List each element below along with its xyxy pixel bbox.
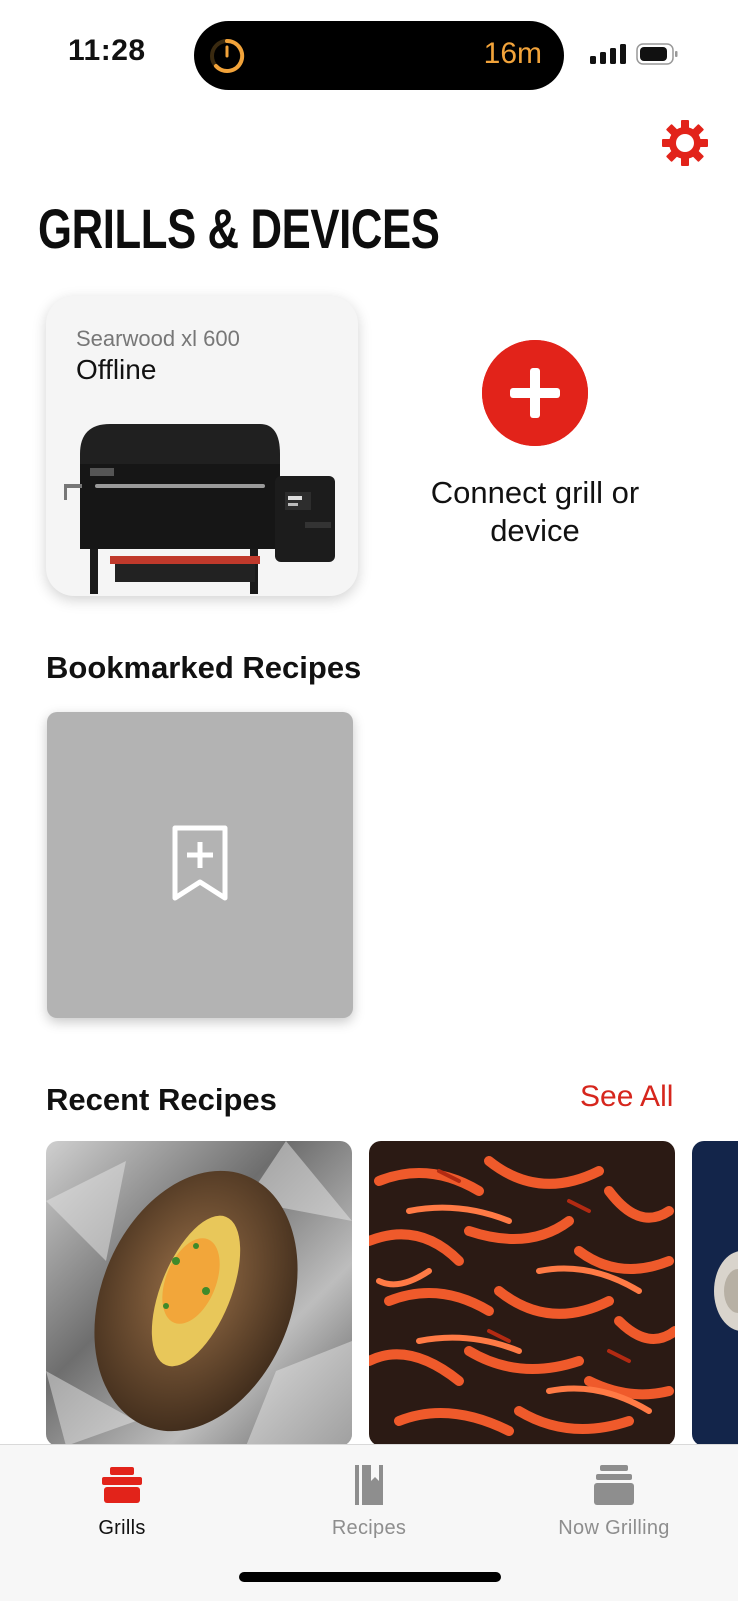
tab-label: Recipes (331, 1517, 407, 1539)
bookmark-add-icon (172, 825, 228, 901)
cellular-signal-icon (590, 44, 626, 64)
battery-icon (636, 43, 678, 65)
recipe-card[interactable] (46, 1141, 352, 1446)
dynamic-island[interactable]: 16m (194, 21, 564, 90)
grill-model: Searwood xl 600 (76, 326, 240, 351)
page-title: GRILLS & DEVICES (38, 197, 440, 260)
connect-device-button[interactable] (482, 340, 588, 446)
connect-device-label[interactable]: Connect grill or device (400, 474, 670, 550)
add-bookmark-card[interactable] (47, 712, 353, 1018)
see-all-link[interactable]: See All (580, 1080, 673, 1114)
home-indicator[interactable] (239, 1572, 501, 1582)
recipe-card[interactable] (369, 1141, 675, 1446)
tab-recipes[interactable]: Recipes (269, 1463, 469, 1540)
grilled-peppers-photo (369, 1141, 675, 1446)
status-time: 11:28 (68, 34, 146, 67)
tab-label: Grills (98, 1517, 146, 1539)
gear-icon[interactable] (660, 118, 710, 168)
recipe-card[interactable] (692, 1141, 738, 1446)
plus-icon (482, 340, 588, 446)
tab-label: Now Grilling (558, 1517, 670, 1539)
recent-recipes-title: Recent Recipes (46, 1082, 277, 1117)
baked-potato-photo (46, 1141, 352, 1446)
timer-ring-icon (210, 38, 245, 73)
grill-image (64, 424, 335, 594)
tab-grills[interactable]: Grills (22, 1463, 222, 1540)
timer-text: 16m (483, 37, 542, 70)
stack-icon (594, 1465, 634, 1505)
grill-card[interactable]: Searwood xl 600 Offline (46, 296, 358, 596)
grill-icon (102, 1467, 142, 1503)
recipe-book-icon (355, 1465, 383, 1505)
partial-recipe-photo (692, 1141, 738, 1446)
grill-status: Offline (76, 354, 157, 385)
bookmarked-recipes-title: Bookmarked Recipes (46, 650, 362, 685)
tab-now-grilling[interactable]: Now Grilling (514, 1463, 714, 1540)
